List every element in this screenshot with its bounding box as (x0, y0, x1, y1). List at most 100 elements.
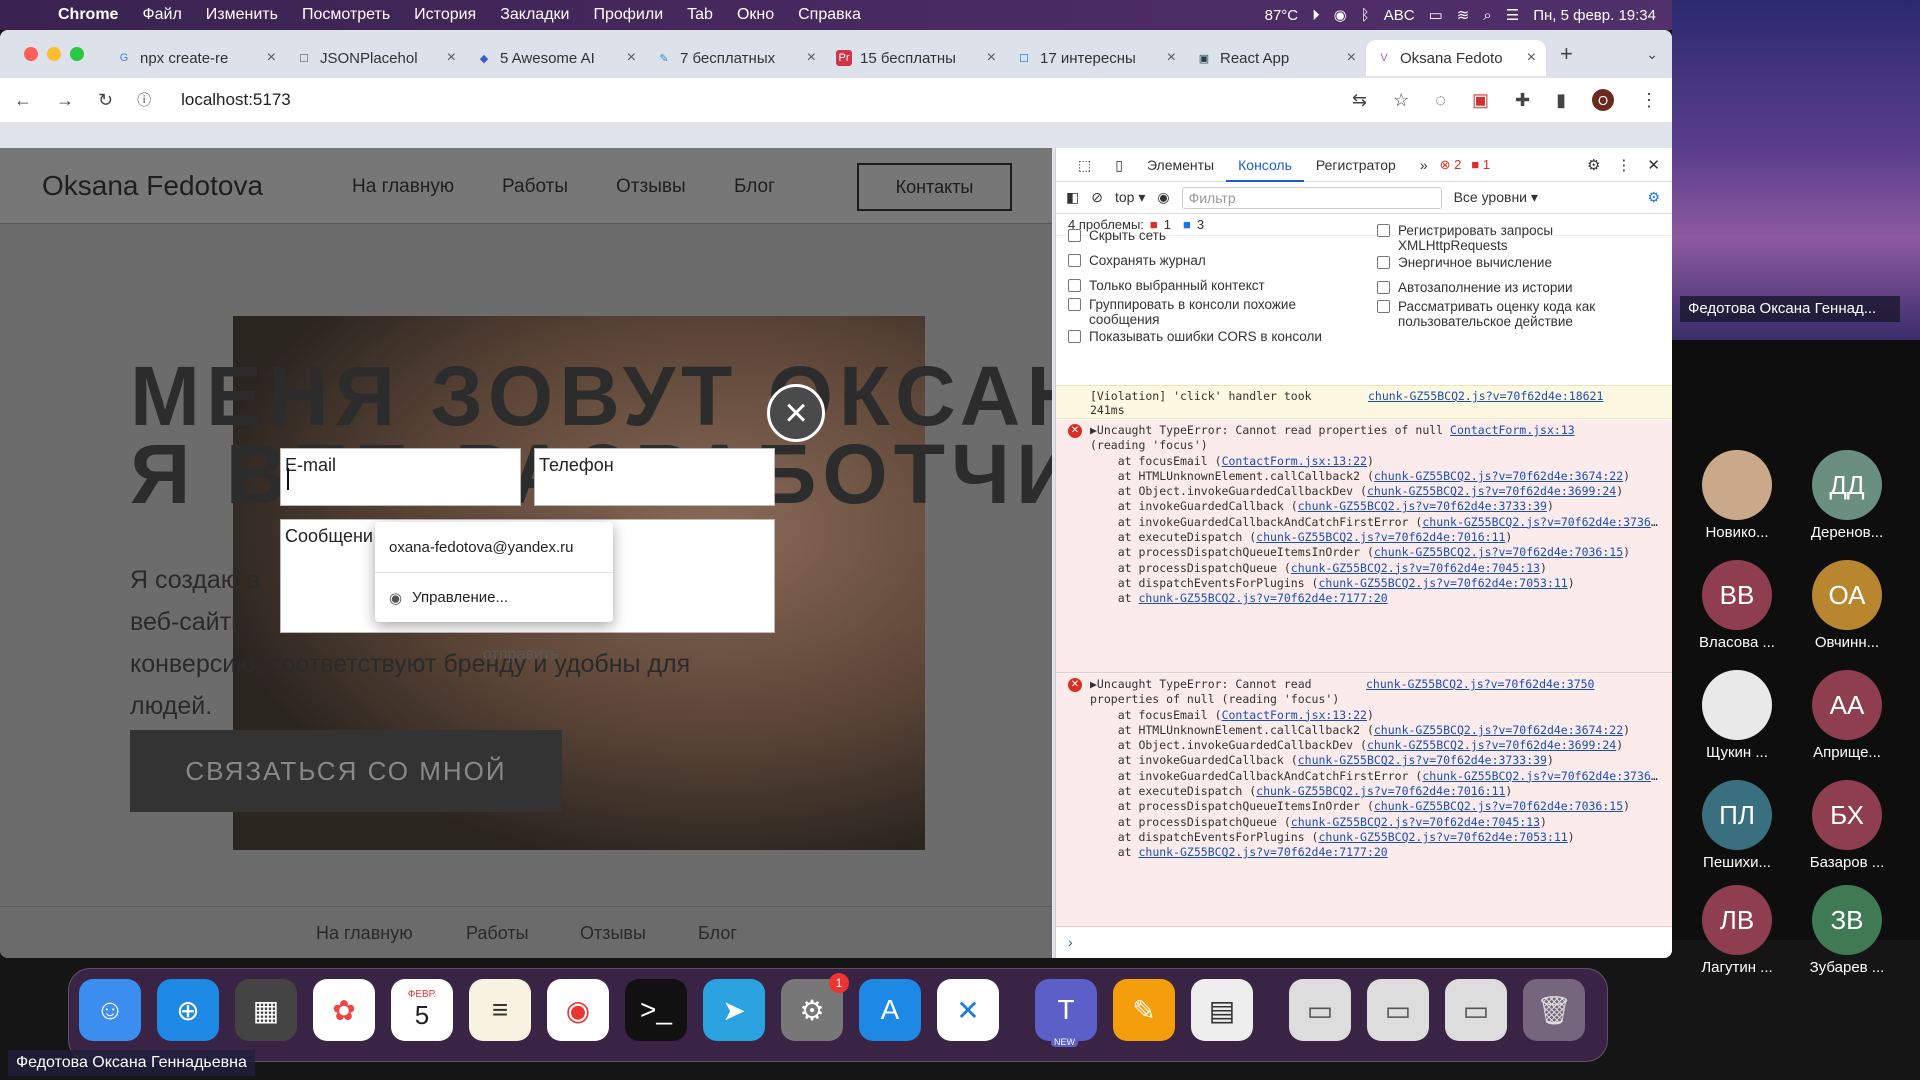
input-source[interactable]: ABC (1384, 7, 1415, 24)
send-button[interactable]: отправить (483, 646, 558, 664)
photos-icon[interactable]: ✿ (313, 979, 375, 1041)
option-user-activation[interactable]: Рассматривать оценку кода как пользовате… (1377, 299, 1647, 329)
tab-search-icon[interactable]: ⌄ (1646, 46, 1658, 63)
window-thumbnail[interactable]: ▭ (1367, 979, 1429, 1041)
extension-icon[interactable]: ◌ (1435, 90, 1446, 111)
modal-close-button[interactable]: × (767, 384, 825, 442)
menu-history[interactable]: История (402, 6, 488, 24)
option-preserve-log[interactable]: Сохранять журнал (1068, 253, 1308, 268)
search-icon[interactable]: ⌕ (1483, 7, 1491, 24)
control-center-icon[interactable]: ☰ (1506, 6, 1519, 24)
inspect-icon[interactable]: ⬚ (1066, 148, 1103, 182)
play-icon[interactable]: ⏵ (1312, 7, 1320, 24)
menu-tab[interactable]: Tab (675, 6, 725, 24)
footer-nav-works[interactable]: Работы (466, 923, 529, 944)
calendar-icon[interactable]: ФЕВР. 5 (391, 979, 453, 1041)
teams-icon[interactable]: T NEW (1035, 979, 1097, 1047)
participant-tile[interactable]: ПЛ Пешихи... (1682, 780, 1792, 871)
more-menu-icon[interactable]: ⋮ (1616, 156, 1631, 174)
close-window-button[interactable] (24, 47, 38, 61)
email-field[interactable]: E-mail (280, 448, 521, 506)
temperature-reading[interactable]: 87°C (1265, 7, 1299, 24)
option-autocomplete-history[interactable]: Автозаполнение из истории (1377, 280, 1647, 295)
checkbox[interactable] (1377, 281, 1390, 294)
browser-tab[interactable]: ☐ 17 интересны × (1006, 40, 1186, 76)
menu-view[interactable]: Посмотреть (290, 6, 402, 24)
menu-profiles[interactable]: Профили (581, 6, 675, 24)
violation-link[interactable]: chunk-GZ55BCQ2.js?v=70f62d4e:18621 (1368, 389, 1603, 403)
frame-link[interactable]: chunk-GZ55BCQ2.js?v=70f62d4e:7036:15 (1374, 799, 1623, 813)
url-field[interactable]: localhost:5173 (181, 90, 291, 110)
window-thumbnail[interactable]: ▭ (1289, 979, 1351, 1041)
error-source-link[interactable]: ContactForm.jsx:13 (1450, 423, 1575, 437)
telegram-icon[interactable]: ➤ (703, 979, 765, 1041)
console-error[interactable]: ✕ ▶Uncaught TypeError: Cannot read chunk… (1056, 674, 1672, 927)
nav-works[interactable]: Работы (502, 176, 568, 198)
menu-help[interactable]: Справка (786, 6, 873, 24)
menu-window[interactable]: Окно (725, 6, 786, 24)
frame-link[interactable]: chunk-GZ55BCQ2.js?v=70f62d4e:3674:22 (1374, 723, 1623, 737)
sidebar-toggle-icon[interactable]: ◧ (1066, 189, 1079, 206)
bluetooth-icon[interactable]: ᛒ (1361, 7, 1370, 24)
browser-tab[interactable]: ▣ React App × (1186, 40, 1366, 76)
browser-tab[interactable]: ☐ JSONPlacehol × (286, 40, 466, 76)
close-icon[interactable]: × (1167, 49, 1176, 67)
frame-link[interactable]: chunk-GZ55BCQ2.js?v=70f62d4e:7045:13 (1291, 815, 1540, 829)
frame-link[interactable]: chunk-GZ55BCQ2.js?v=70f62d4e:7045:13 (1291, 561, 1540, 575)
option-group-similar[interactable]: Группировать в консоли похожие сообщения (1068, 297, 1338, 327)
live-expression-eye-icon[interactable]: ◉ (1157, 189, 1169, 206)
browser-tab[interactable]: Pr 15 бесплатны × (826, 40, 1006, 76)
checkbox[interactable] (1377, 256, 1390, 269)
contact-me-button[interactable]: СВЯЗАТЬСЯ СО МНОЙ (130, 730, 562, 812)
contacts-button[interactable]: Контакты (857, 163, 1012, 211)
profile-avatar[interactable]: O (1592, 89, 1614, 111)
system-settings-icon[interactable]: ⚙ 1 (781, 973, 849, 1041)
zoom-window-button[interactable] (70, 47, 84, 61)
frame-link[interactable]: chunk-GZ55BCQ2.js?v=70f62d4e:7053:11 (1318, 830, 1567, 844)
vscode-icon[interactable]: ✕ (937, 979, 999, 1041)
frame-link[interactable]: chunk-GZ55BCQ2.js?v=70f62d4e:3733:39 (1298, 753, 1547, 767)
more-menu-icon[interactable]: ⋮ (1640, 90, 1658, 111)
option-log-xhr[interactable]: Регистрировать запросы XMLHttpRequests (1377, 223, 1647, 253)
browser-tab[interactable]: ◆ 5 Awesome AI × (466, 40, 646, 76)
frame-link[interactable]: chunk-GZ55BCQ2.js?v=70f62d4e:7053:11 (1318, 576, 1567, 590)
frame-link[interactable]: chunk-GZ55BCQ2.js?v=70f62d4e:7016:11 (1256, 784, 1505, 798)
participant-tile[interactable]: Новико... (1682, 450, 1792, 541)
frame-link[interactable]: chunk-GZ55BCQ2.js?v=70f62d4e:7036:15 (1374, 545, 1623, 559)
autofill-suggestion[interactable]: oxana-fedotova@yandex.ru (375, 522, 613, 572)
site-info-icon[interactable]: ⓘ (137, 90, 151, 110)
translate-icon[interactable]: ⇆ (1352, 90, 1367, 111)
window-thumbnail[interactable]: ▭ (1445, 979, 1507, 1041)
frame-link[interactable]: chunk-GZ55BCQ2.js?v=70f62d4e:3736:33 (1422, 769, 1659, 783)
frame-link[interactable]: chunk-GZ55BCQ2.js?v=70f62d4e:3736:33 (1422, 515, 1659, 529)
checkbox[interactable] (1068, 254, 1081, 267)
side-panel-icon[interactable]: ▮ (1556, 90, 1566, 111)
frame-link[interactable]: ContactForm.jsx:13:22 (1222, 708, 1367, 722)
device-toolbar-icon[interactable]: ▯ (1103, 148, 1135, 182)
checkbox[interactable] (1068, 279, 1081, 292)
close-icon[interactable]: × (987, 49, 996, 67)
trash-icon[interactable]: 🗑 (1523, 979, 1585, 1041)
frame-link[interactable]: ContactForm.jsx:13:22 (1222, 454, 1367, 468)
participant-tile[interactable]: ЛВ Лагутин ... (1682, 885, 1792, 976)
frame-link[interactable]: chunk-GZ55BCQ2.js?v=70f62d4e:3699:24 (1367, 738, 1616, 752)
datetime[interactable]: Пн, 5 февр. 19:34 (1533, 7, 1656, 24)
autofill-manage[interactable]: ◉ Управление... (375, 572, 613, 622)
pages-icon[interactable]: ✎ (1113, 979, 1175, 1041)
notes-icon[interactable]: ≡ (469, 979, 531, 1041)
browser-tab[interactable]: Gnpx create-re × (106, 40, 286, 76)
menu-bookmarks[interactable]: Закладки (488, 6, 581, 24)
minimize-window-button[interactable] (47, 47, 61, 61)
close-icon[interactable]: × (267, 49, 276, 67)
error-count-icon[interactable]: ⊗ 2 (1440, 157, 1462, 173)
nav-home[interactable]: На главную (352, 176, 454, 198)
context-select[interactable]: top ▾ (1115, 189, 1145, 206)
nav-blog[interactable]: Блог (734, 176, 775, 198)
tab-elements[interactable]: Элементы (1135, 148, 1226, 182)
battery-icon[interactable]: ▭ (1429, 6, 1443, 24)
settings-gear-icon[interactable]: ⚙ (1587, 156, 1600, 174)
console-prompt[interactable]: › (1068, 934, 1073, 950)
log-levels-select[interactable]: Все уровни ▾ (1454, 189, 1538, 206)
menu-chrome[interactable]: Chrome (46, 6, 130, 24)
close-icon[interactable]: × (807, 49, 816, 67)
